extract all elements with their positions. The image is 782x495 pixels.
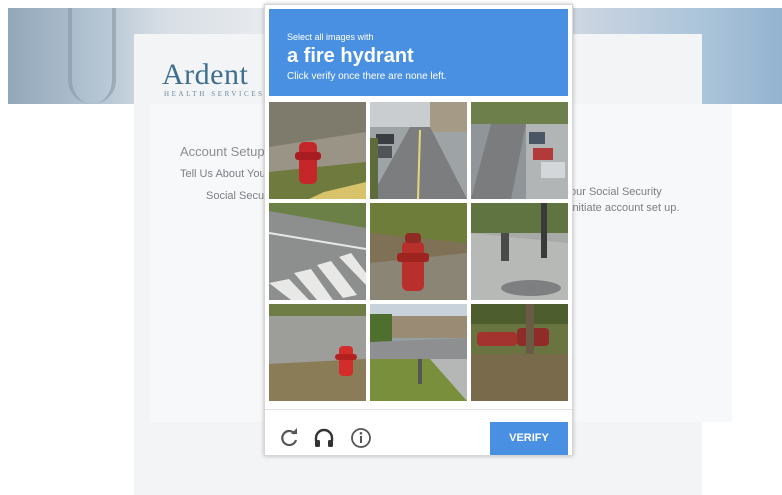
road-with-hydrant-image xyxy=(269,102,366,199)
account-setup-heading: Account Setup xyxy=(180,144,265,159)
captcha-tile-5[interactable] xyxy=(370,203,467,300)
crosswalk-image xyxy=(269,203,366,300)
captcha-tile-3[interactable] xyxy=(471,102,568,199)
verify-button[interactable]: VERIFY xyxy=(490,422,568,455)
instruction-line-2: initiate account set up. xyxy=(570,202,680,214)
sidewalk-pole-image xyxy=(471,203,568,300)
captcha-tile-8[interactable] xyxy=(370,304,467,401)
captcha-instruction: Select all images with xyxy=(287,32,374,42)
captcha-tile-1[interactable] xyxy=(269,102,366,199)
street-parked-cars-image xyxy=(370,102,467,199)
captcha-header: Select all images with a fire hydrant Cl… xyxy=(269,9,568,96)
captcha-footer: VERIFY xyxy=(265,409,572,456)
captcha-tile-6[interactable] xyxy=(471,203,568,300)
instruction-line-1: our Social Security xyxy=(570,186,662,198)
hydrant-closeup-image xyxy=(370,203,467,300)
ardent-logo: Ardent xyxy=(162,58,249,91)
captcha-hint: Click verify once there are none left. xyxy=(287,71,447,82)
red-car-trees-image xyxy=(471,304,568,401)
tell-us-step: Tell Us About You xyxy=(180,168,266,180)
captcha-target: a fire hydrant xyxy=(287,45,414,67)
captcha-tile-4[interactable] xyxy=(269,203,366,300)
captcha-tile-2[interactable] xyxy=(370,102,467,199)
stethoscope-image xyxy=(68,8,116,104)
curb-with-hydrant-image xyxy=(269,304,366,401)
captcha-tile-7[interactable] xyxy=(269,304,366,401)
info-icon[interactable] xyxy=(349,426,373,450)
captcha-challenge: Select all images with a fire hydrant Cl… xyxy=(264,4,573,456)
street-parked-cars-right-image xyxy=(471,102,568,199)
reload-icon[interactable] xyxy=(277,426,301,450)
ardent-logo-subtitle: HEALTH SERVICES xyxy=(164,90,265,98)
headphones-icon[interactable] xyxy=(312,426,336,450)
houses-road-image xyxy=(370,304,467,401)
captcha-tile-9[interactable] xyxy=(471,304,568,401)
captcha-image-grid xyxy=(269,102,568,402)
